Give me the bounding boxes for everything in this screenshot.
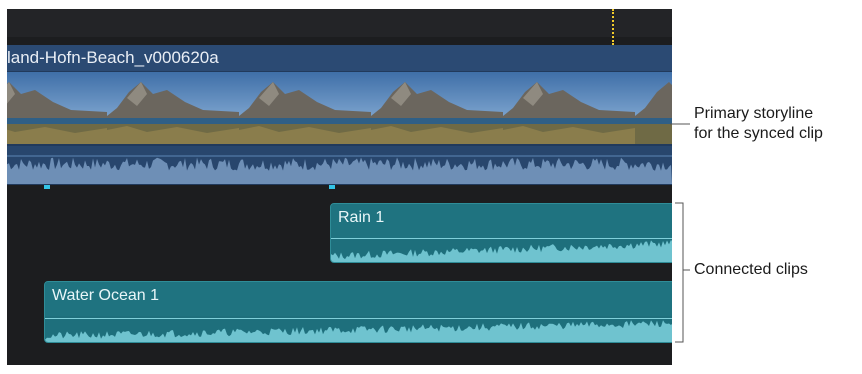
callout-line: for the synced clip [694,125,823,142]
callout-primary-storyline: Primary storyline for the synced clip [694,104,823,144]
callout-lines [670,123,690,343]
callout-connected-clips: Connected clips [694,261,808,278]
callout-line: Primary storyline [694,105,814,122]
